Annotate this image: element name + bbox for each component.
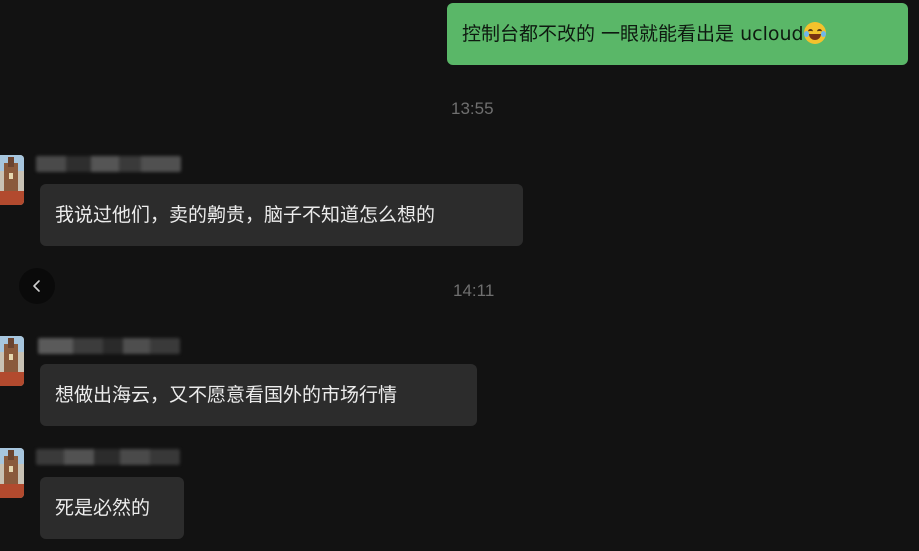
sender-name-redacted [38, 338, 180, 354]
incoming-message[interactable]: 死是必然的 [40, 477, 184, 539]
sender-name-redacted [36, 156, 181, 172]
chevron-left-icon [33, 280, 40, 292]
avatar[interactable] [0, 336, 24, 386]
back-button[interactable] [19, 268, 55, 304]
incoming-message[interactable]: 我说过他们，卖的齁贵，脑子不知道怎么想的 [40, 184, 523, 246]
avatar[interactable] [0, 155, 24, 205]
incoming-message[interactable]: 想做出海云，又不愿意看国外的市场行情 [40, 364, 477, 426]
message-text: 我说过他们，卖的齁贵，脑子不知道怎么想的 [55, 204, 436, 226]
message-text: 死是必然的 [55, 497, 151, 519]
timestamp: 14:11 [453, 281, 495, 300]
timestamp: 13:55 [451, 99, 494, 118]
message-text: 想做出海云，又不愿意看国外的市场行情 [55, 384, 398, 406]
outgoing-message[interactable]: 控制台都不改的 一眼就能看出是 ucloud [447, 3, 908, 65]
avatar[interactable] [0, 448, 24, 498]
sender-name-redacted [36, 449, 180, 465]
tears-of-joy-emoji-icon [803, 22, 826, 44]
chat-window: 控制台都不改的 一眼就能看出是 ucloud 13:55 我说过他们，卖的齁贵，… [0, 0, 919, 551]
message-text: 控制台都不改的 一眼就能看出是 ucloud [462, 23, 804, 45]
